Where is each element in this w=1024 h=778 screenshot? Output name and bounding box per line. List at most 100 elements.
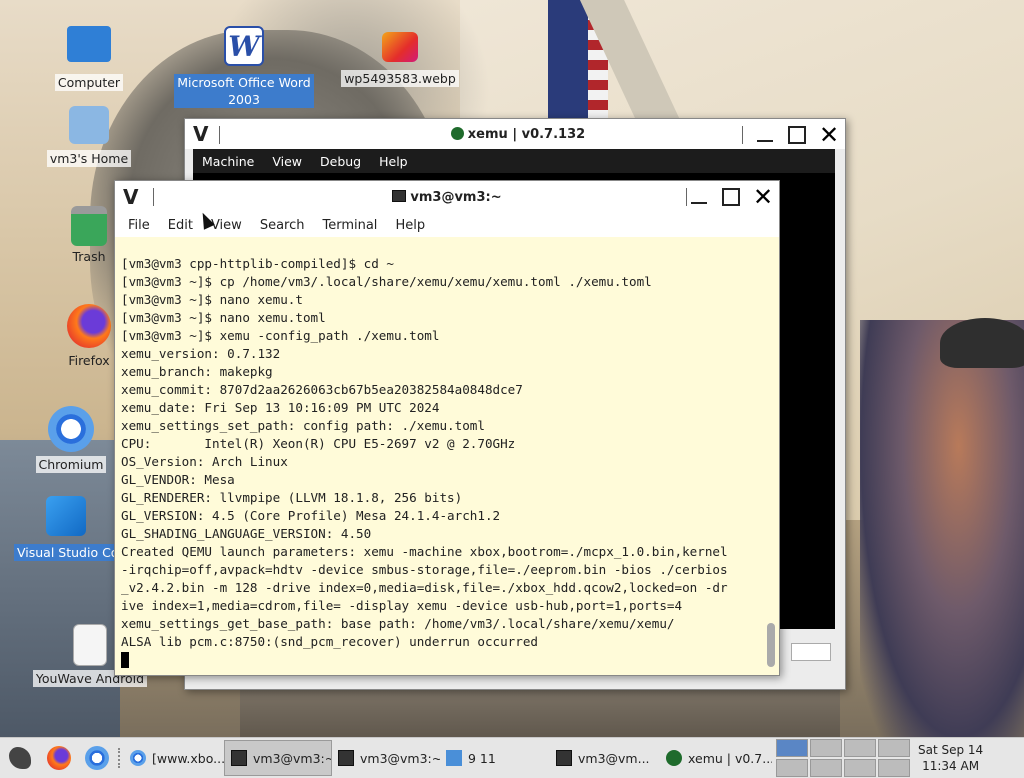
close-icon[interactable]: ✕ [753,185,773,209]
desktop-icon-chromium[interactable]: Chromium [26,406,116,473]
desktop-icon-wallpaper-file[interactable]: wp5493583.webp [338,32,462,87]
terminal-icon [556,750,572,766]
taskbar: [www.xbo... vm3@vm3:~ vm3@vm3:~ 9 11 vm3@vm.… [0,737,1024,778]
terminal-line: GL_VENDOR: Mesa [121,472,235,487]
window-menu-icon[interactable]: V [193,122,217,146]
workspace-2[interactable] [810,739,842,757]
terminal-line: xemu_version: 0.7.132 [121,346,281,361]
workspace-8[interactable] [878,759,910,777]
chromium-icon [85,746,109,770]
terminal-line: xemu_date: Fri Sep 13 10:16:09 PM UTC 20… [121,400,440,415]
xemu-menu-machine[interactable]: Machine [193,154,263,169]
terminal-line: ALSA lib pcm.c:8750:(snd_pcm_recover) un… [121,634,539,649]
terminal-window[interactable]: V vm3@vm3:~ ✕ File Edit View Search Term… [114,180,780,676]
xemu-status-field [791,643,831,661]
terminal-line: Created QEMU launch parameters: xemu -ma… [121,544,728,559]
menu-help[interactable]: Help [386,218,434,233]
terminal-line: GL_SHADING_LANGUAGE_VERSION: 4.50 [121,526,372,541]
terminal-line: ive index=1,media=cdrom,file= -display x… [121,598,683,613]
xemu-window-title: xemu | v0.7.132 [467,126,586,142]
desktop-icon-home[interactable]: vm3's Home [44,106,134,167]
scrollbar-thumb[interactable] [767,623,775,667]
terminal-line: GL_RENDERER: llvmpipe (LLVM 18.1.8, 256 … [121,490,463,505]
taskbar-task[interactable]: [www.xbo... [124,740,224,776]
home-folder-icon [69,106,109,144]
workspace-3[interactable] [844,739,876,757]
terminal-scrollbar[interactable] [765,237,775,675]
terminal-cursor [121,652,129,668]
launcher-firefox[interactable] [40,740,78,776]
menu-edit[interactable]: Edit [159,218,202,233]
menu-search[interactable]: Search [251,218,314,233]
terminal-line: [vm3@vm3 cpp-httplib-compiled]$ cd ~ [121,256,394,271]
firefox-icon [47,746,71,770]
maximize-icon[interactable] [787,125,807,145]
monitor-icon [67,26,111,62]
desktop-icon-computer[interactable]: Computer [44,26,134,91]
taskbar-task-label: vm3@vm3:~ [360,750,440,766]
image-file-icon [382,32,418,62]
terminal-line: CPU: Intel(R) Xeon(R) CPU E5-2697 v2 @ 2… [121,436,516,451]
workspace-4[interactable] [878,739,910,757]
menu-terminal[interactable]: Terminal [313,218,386,233]
clock-date: Sat Sep 14 [918,743,984,757]
terminal-line: -irqchip=off,avpack=hdtv -device smbus-s… [121,562,728,577]
xemu-menu-view[interactable]: View [263,154,311,169]
chromium-icon [48,406,94,452]
trash-icon [71,206,107,246]
menu-file[interactable]: File [119,218,159,233]
xemu-menu-help[interactable]: Help [370,154,417,169]
terminal-line: _v2.4.2.bin -m 128 -drive index=0,media=… [121,580,728,595]
terminal-line: [vm3@vm3 ~]$ nano xemu.toml [121,310,326,325]
terminal-icon [231,750,247,766]
app-menu-button[interactable] [0,740,40,776]
clock[interactable]: Sat Sep 14 11:34 AM [918,742,983,774]
terminal-menubar: File Edit View Search Terminal Help [115,213,779,237]
taskbar-task[interactable]: vm3@vm... [550,740,660,776]
workspace-5[interactable] [776,759,808,777]
clock-time: 11:34 AM [922,759,980,773]
chromium-icon [130,750,146,766]
terminal-app-icon [392,189,407,202]
window-menu-icon[interactable]: V [123,185,147,209]
terminal-window-title: vm3@vm3:~ [410,189,502,205]
workspace-pager[interactable] [776,739,910,777]
taskbar-task-label: 9 11 [468,750,496,766]
document-icon [73,624,107,666]
taskbar-task-label: vm3@vm3:~ [253,750,332,766]
xemu-titlebar[interactable]: V xemu | v0.7.132 ✕ [185,119,845,149]
desktop-icon-word[interactable]: W Microsoft Office Word 2003 [174,26,314,108]
taskbar-task-label: vm3@vm... [578,750,650,766]
terminal-line: xemu_commit: 8707d2aa2626063cb67b5ea2038… [121,382,523,397]
taskbar-task-label: [www.xbo... [152,750,224,766]
xemu-menu-debug[interactable]: Debug [311,154,370,169]
desktop-icon-vscode[interactable]: Visual Studio Co [14,496,122,561]
terminal-line: OS_Version: Arch Linux [121,454,288,469]
taskbar-task[interactable]: xemu | v0.7... [660,740,772,776]
xemu-icon [666,750,682,766]
terminal-line: [vm3@vm3 ~]$ cp /home/vm3/.local/share/x… [121,274,652,289]
terminal-titlebar[interactable]: V vm3@vm3:~ ✕ [115,181,779,213]
workspace-7[interactable] [844,759,876,777]
close-icon[interactable]: ✕ [819,123,839,147]
workspace-1[interactable] [776,739,808,757]
minimize-icon[interactable] [755,125,775,145]
minimize-icon[interactable] [689,187,709,207]
taskbar-task[interactable]: vm3@vm3:~ [332,740,440,776]
taskbar-task-label: xemu | v0.7... [688,750,772,766]
terminal-output[interactable]: [vm3@vm3 cpp-httplib-compiled]$ cd ~ [vm3… [115,237,779,675]
terminal-line: xemu_settings_set_path: config path: ./x… [121,418,485,433]
taskbar-task[interactable]: vm3@vm3:~ [224,740,332,776]
terminal-line: [vm3@vm3 ~]$ nano xemu.t [121,292,303,307]
terminal-line: xemu_branch: makepkg [121,364,273,379]
taskbar-separator [118,748,122,768]
xemu-app-icon [450,126,464,140]
launcher-chromium[interactable] [78,740,116,776]
taskbar-task[interactable]: 9 11 [440,740,550,776]
word-icon: W [224,26,264,66]
firefox-icon [67,304,111,348]
terminal-line: xemu_settings_get_base_path: base path: … [121,616,675,631]
maximize-icon[interactable] [721,187,741,207]
terminal-line: GL_VERSION: 4.5 (Core Profile) Mesa 24.1… [121,508,501,523]
workspace-6[interactable] [810,759,842,777]
